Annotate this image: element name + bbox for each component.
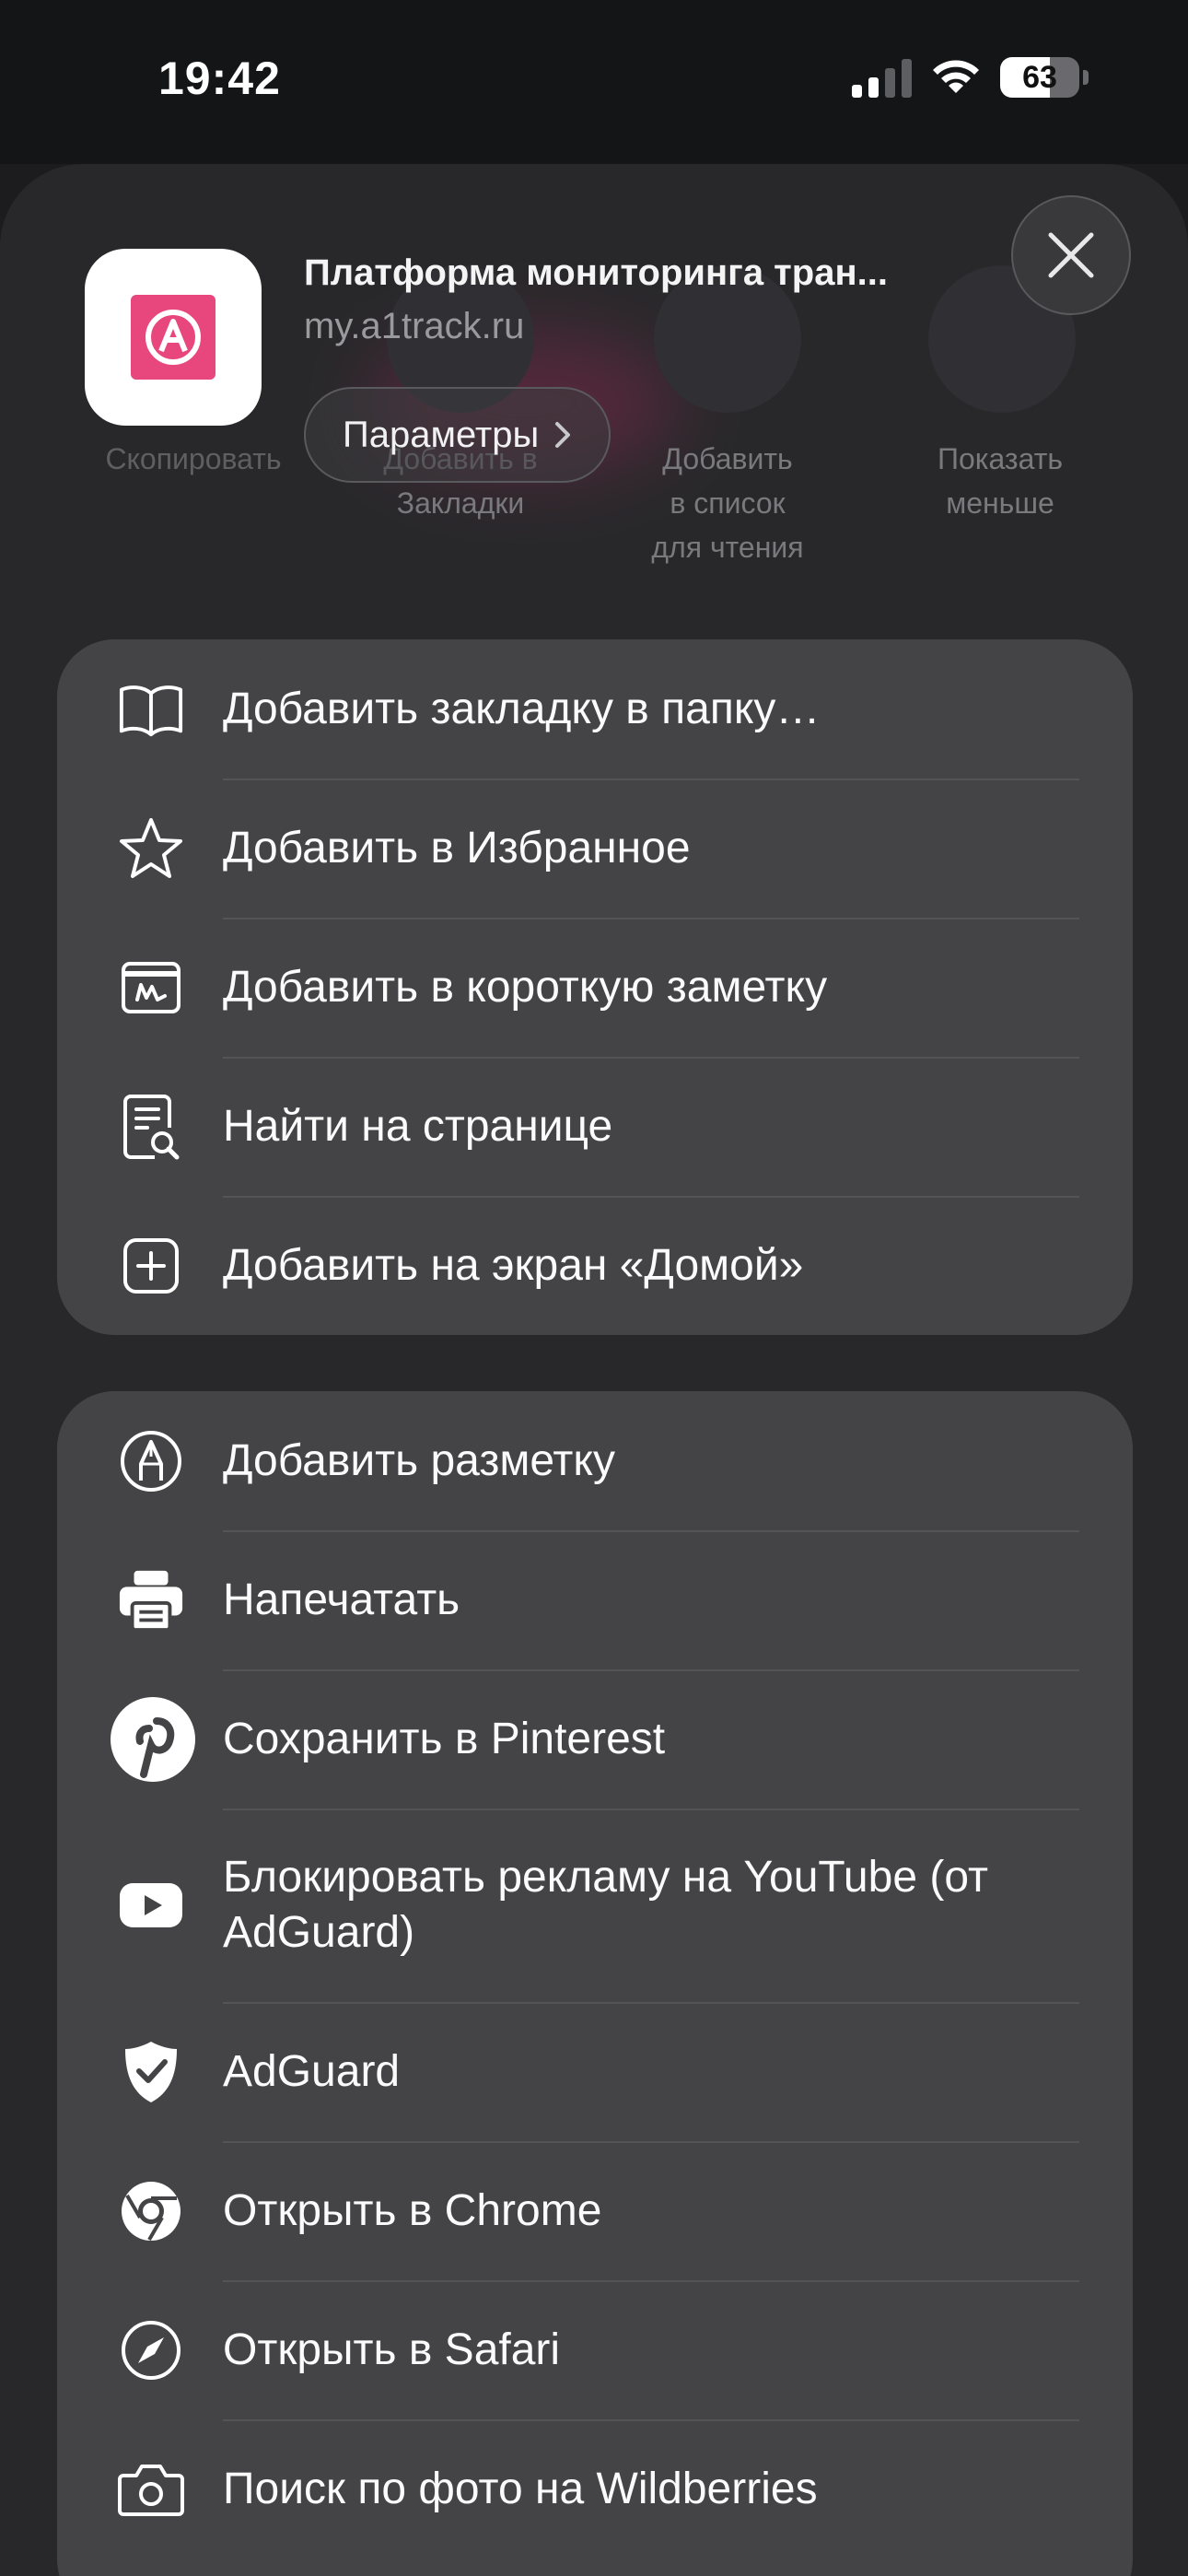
status-icons: 63: [852, 57, 1089, 98]
action-find-on-page[interactable]: Найти на странице: [57, 1057, 1133, 1196]
status-bar: 19:42 63: [0, 0, 1188, 164]
page-url: my.a1track.ru: [304, 306, 525, 346]
action-add-bookmark-to-folder[interactable]: Добавить закладку в папку…: [57, 639, 1133, 779]
find-on-page-icon: [118, 1094, 184, 1160]
chevron-right-icon: [555, 422, 571, 448]
action-label: Сохранить в Pinterest: [223, 1714, 666, 1763]
page-title: Платформа мониторинга тран...: [304, 252, 888, 293]
book-icon: [118, 676, 184, 743]
action-open-chrome[interactable]: Открыть в Chrome: [57, 2141, 1133, 2280]
cellular-signal-icon: [852, 57, 912, 98]
options-button[interactable]: Параметры: [304, 387, 611, 483]
action-open-safari[interactable]: Открыть в Safari: [57, 2280, 1133, 2419]
ghost-action-reading-list: Добавить в список для чтения: [651, 442, 804, 564]
site-app-icon: [85, 249, 262, 426]
ghost-action-show-less: Показать меньше: [937, 442, 1064, 520]
status-time: 19:42: [158, 53, 281, 104]
action-save-pinterest[interactable]: Сохранить в Pinterest: [57, 1669, 1133, 1809]
action-label: AdGuard: [223, 2046, 401, 2096]
safari-compass-icon: [118, 2317, 184, 2383]
action-label: Блокировать рекламу на YouTube (от AdGua…: [223, 1853, 988, 1957]
action-label: Напечатать: [223, 1575, 460, 1624]
action-label: Добавить в короткую заметку: [223, 962, 828, 1012]
action-label: Добавить на экран «Домой»: [223, 1240, 804, 1290]
quick-note-icon: [118, 954, 184, 1021]
share-sheet: Скопировать Добавить в Закладки Добавить…: [0, 164, 1188, 2576]
camera-icon: [118, 2456, 184, 2523]
wifi-icon: [933, 60, 979, 93]
action-label: Добавить в Избранное: [223, 823, 691, 872]
adguard-shield-icon: [118, 2039, 184, 2105]
options-label: Параметры: [343, 414, 540, 455]
youtube-icon: [118, 1872, 184, 1938]
action-add-to-home-screen[interactable]: Добавить на экран «Домой»: [57, 1196, 1133, 1335]
battery-cap: [1083, 70, 1089, 85]
action-label: Найти на странице: [223, 1101, 613, 1151]
a1track-logo-icon: [131, 295, 215, 380]
battery-icon: 63: [1000, 57, 1079, 98]
action-print[interactable]: Напечатать: [57, 1530, 1133, 1669]
pinterest-icon: [109, 1695, 197, 1784]
add-square-icon: [118, 1233, 184, 1299]
actions-group-primary: Добавить закладку в папку… Добавить в Из…: [57, 639, 1133, 1335]
close-button[interactable]: [1011, 195, 1131, 315]
printer-icon: [118, 1567, 184, 1633]
action-block-youtube-ads[interactable]: Блокировать рекламу на YouTube (от AdGua…: [57, 1809, 1133, 2002]
chrome-icon: [118, 2178, 184, 2244]
battery-percent: 63: [1022, 59, 1057, 95]
action-label: Открыть в Safari: [223, 2324, 561, 2374]
markup-pen-icon: [118, 1428, 184, 1494]
actions-group-extensions: Добавить разметку Напечатать Сохранить в…: [57, 1391, 1133, 2576]
action-adguard[interactable]: AdGuard: [57, 2002, 1133, 2141]
close-icon: [1048, 232, 1094, 278]
action-label: Открыть в Chrome: [223, 2185, 602, 2235]
action-add-markup[interactable]: Добавить разметку: [57, 1391, 1133, 1530]
action-label: Поиск по фото на Wildberries: [223, 2464, 818, 2513]
ghost-action-copy: Скопировать: [105, 442, 282, 475]
action-label: Добавить разметку: [223, 1435, 615, 1485]
action-add-quick-note[interactable]: Добавить в короткую заметку: [57, 918, 1133, 1057]
action-add-to-favorites[interactable]: Добавить в Избранное: [57, 779, 1133, 918]
action-label: Добавить закладку в папку…: [223, 684, 821, 733]
action-wildberries-photo-search[interactable]: Поиск по фото на Wildberries: [57, 2419, 1133, 2558]
star-icon: [118, 815, 184, 882]
